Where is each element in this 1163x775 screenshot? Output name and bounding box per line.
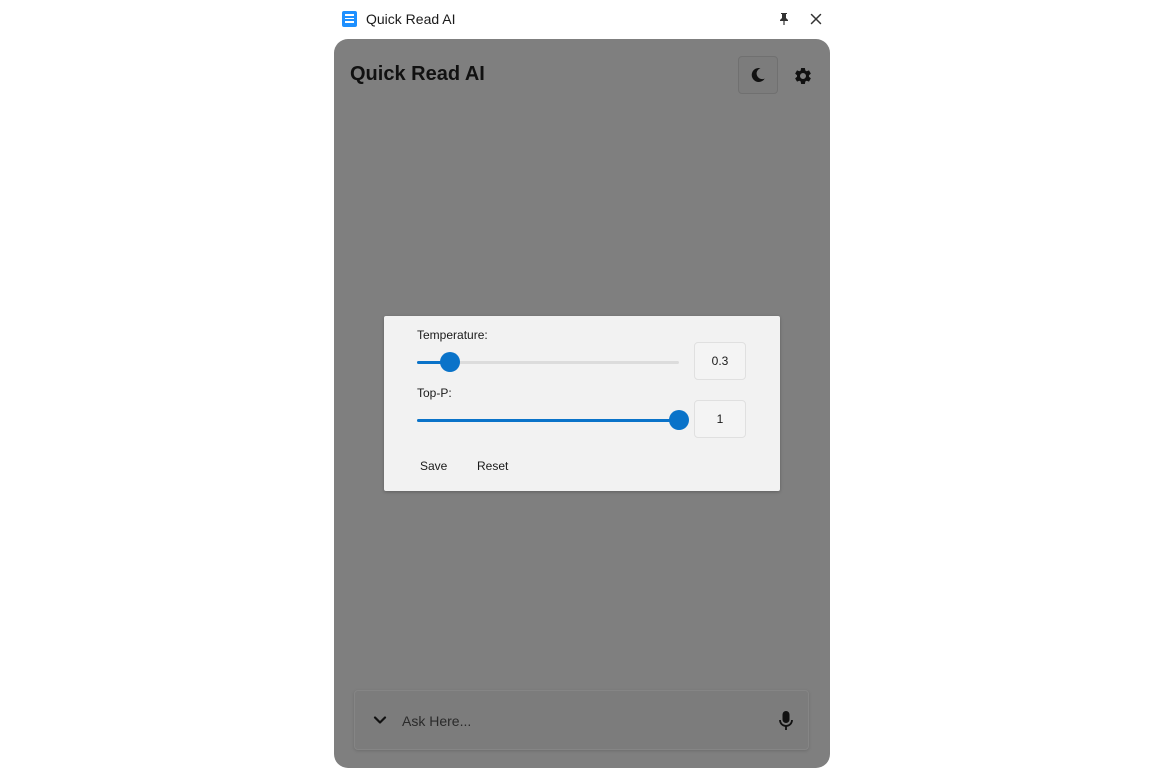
reset-button[interactable]: Reset: [477, 459, 508, 473]
ask-bar: [354, 690, 809, 750]
expand-button[interactable]: [370, 710, 390, 730]
theme-toggle-button[interactable]: [738, 56, 778, 94]
microphone-icon: [779, 711, 793, 730]
slider-fill: [417, 419, 679, 422]
temperature-label: Temperature:: [417, 328, 488, 342]
close-button[interactable]: [805, 8, 827, 30]
app-document-icon: [342, 11, 357, 27]
slider-thumb[interactable]: [439, 352, 460, 372]
moon-icon: [751, 67, 765, 82]
app-window: Quick Read AI Temperature: 0.3 Top-P: 1 …: [334, 39, 830, 768]
page-title: Quick Read AI: [350, 63, 485, 85]
top-p-label: Top-P:: [417, 386, 452, 400]
slider-thumb[interactable]: [669, 410, 689, 430]
gear-icon: [795, 67, 811, 84]
temperature-value-input[interactable]: 0.3: [694, 342, 746, 380]
temperature-slider[interactable]: [417, 352, 679, 372]
pin-icon: [780, 13, 788, 25]
pin-button[interactable]: [773, 8, 795, 30]
settings-button[interactable]: [792, 65, 814, 87]
microphone-button[interactable]: [775, 709, 797, 733]
close-icon: [810, 13, 822, 25]
window-title: Quick Read AI: [366, 11, 456, 27]
ask-input[interactable]: [402, 710, 762, 732]
chevron-down-icon: [373, 716, 387, 724]
top-p-slider[interactable]: [417, 410, 689, 430]
settings-dialog: Temperature: 0.3 Top-P: 1 Save Reset: [384, 316, 780, 491]
title-bar: Quick Read AI: [334, 0, 830, 38]
top-p-value-input[interactable]: 1: [694, 400, 746, 438]
save-button[interactable]: Save: [420, 459, 447, 473]
